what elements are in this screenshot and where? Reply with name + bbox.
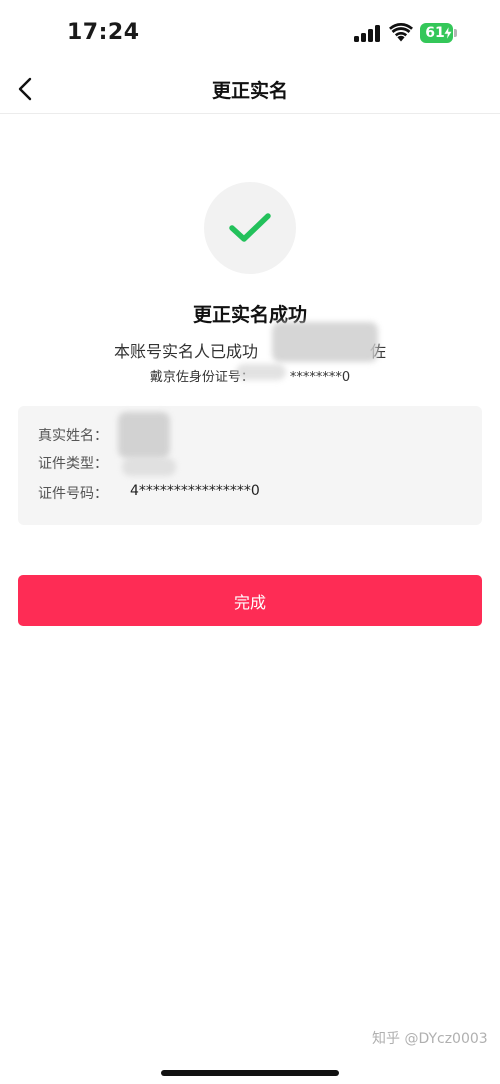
- success-description: 本账号实名人已成功佐: [0, 338, 500, 362]
- redaction-smudge: [236, 364, 286, 380]
- redaction-smudge: [272, 322, 378, 362]
- success-badge: [204, 182, 296, 274]
- signal-icon: [354, 25, 382, 42]
- wifi-icon: [389, 23, 413, 42]
- redaction-smudge: [118, 412, 170, 458]
- success-description-text: 本账号实名人已成功: [113, 342, 258, 361]
- identity-info-card: 真实姓名： 证件类型： 证件号码： 4****************0: [18, 406, 482, 525]
- info-label-name: 真实姓名：: [38, 428, 108, 444]
- status-time: 17:24: [67, 20, 140, 45]
- screen: 17:24 61 更正实名 更正实名成功 本账号实名人已成功 佐 戴京佐身份证号…: [0, 0, 500, 1084]
- info-label-id-number: 证件号码：: [38, 486, 108, 502]
- done-button[interactable]: 完成: [18, 575, 482, 626]
- success-id-suffix: ********0: [289, 370, 351, 385]
- battery-cap: [454, 29, 457, 37]
- home-indicator[interactable]: [161, 1070, 339, 1076]
- status-bar: 17:24 61: [0, 0, 500, 64]
- page-title: 更正实名: [211, 80, 288, 102]
- success-title: 更正实名成功: [192, 304, 307, 326]
- info-label-id-type: 证件类型：: [38, 456, 108, 472]
- redaction-smudge: [122, 458, 176, 476]
- watermark: 知乎 @DYcz0003: [372, 1031, 488, 1047]
- nav-bar: 更正实名: [0, 64, 500, 114]
- battery-icon: 61: [420, 23, 458, 43]
- checkmark-icon: [229, 213, 271, 242]
- info-value-id-number: 4****************0: [130, 483, 260, 499]
- charging-bolt-icon: [444, 26, 452, 40]
